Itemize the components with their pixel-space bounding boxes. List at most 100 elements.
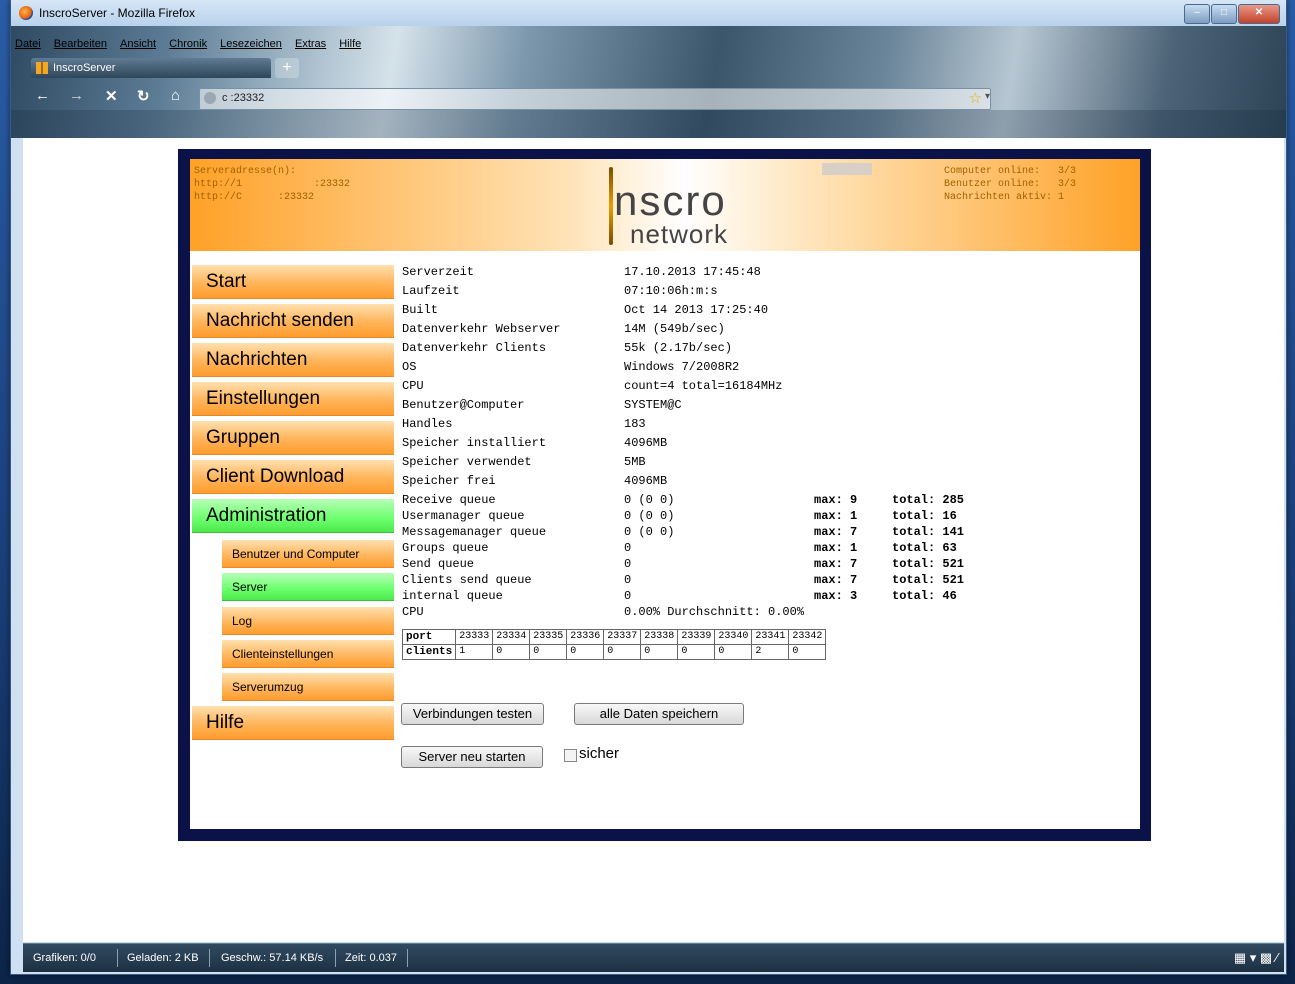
submenu-item-server[interactable]: Server	[222, 573, 394, 601]
cpu-value: 0.00% Durchschnitt: 0.00%	[624, 605, 805, 619]
queue-key: Messagemanager queue	[402, 525, 547, 539]
maximize-button[interactable]: □	[1211, 4, 1237, 24]
menu-item-administration[interactable]: Administration	[192, 499, 394, 533]
bookmarks-toolbar	[11, 110, 1286, 138]
status-geschw: Geschw.: 57.14 KB/s	[221, 952, 324, 964]
menu-item-client-download[interactable]: Client Download	[192, 460, 394, 494]
menu-item-gruppen[interactable]: Gruppen	[192, 421, 394, 455]
menu-item-hilfe[interactable]: Hilfe	[192, 706, 394, 740]
queue-value: 0	[624, 557, 632, 571]
forward-arrow-icon[interactable]: →	[69, 87, 84, 104]
submenu-item-clienteinstellungen[interactable]: Clienteinstellungen	[222, 640, 394, 668]
client-count-cell: 1	[455, 644, 494, 660]
queue-value: 0 (0 0)	[624, 509, 675, 523]
menu-extras[interactable]: Extras	[295, 38, 326, 50]
menu-ansicht[interactable]: Ansicht	[120, 38, 156, 50]
clients-row: clients 1 0 0 0 0 0 0 0 2 0	[401, 644, 827, 660]
status-separator	[335, 949, 336, 967]
submenu-item-benutzer-und-computer[interactable]: Benutzer und Computer	[222, 540, 394, 568]
menu-bearbeiten[interactable]: Bearbeiten	[54, 38, 107, 50]
stop-icon[interactable]: ✕	[105, 87, 118, 105]
client-count-cell: 2	[751, 644, 790, 660]
home-icon[interactable]: ⌂	[171, 87, 180, 104]
info-value: 183	[624, 417, 646, 431]
status-separator	[407, 949, 408, 967]
queue-max: max: 1	[814, 541, 858, 555]
page-frame: Serveradresse(n): http://1 :23332 http:/…	[178, 149, 1151, 841]
status-geladen: Geladen: 2 KB	[127, 952, 199, 964]
queue-max: max: 9	[814, 493, 858, 507]
window-controls: – □ ✕	[1183, 4, 1280, 24]
submenu-item-serverumzug[interactable]: Serverumzug	[222, 673, 394, 701]
submenu-item-log[interactable]: Log	[222, 607, 394, 635]
info-value: 4096MB	[624, 436, 668, 450]
queue-key: Send queue	[402, 557, 475, 571]
menu-item-nachrichten[interactable]: Nachrichten	[192, 343, 394, 377]
queue-total: total: 46	[892, 589, 957, 603]
restart-server-button[interactable]: Server neu starten	[401, 746, 543, 768]
queue-value: 0 (0 0)	[624, 525, 675, 539]
menu-item-einstellungen[interactable]: Einstellungen	[192, 382, 394, 416]
logo-i-bar	[609, 167, 613, 245]
minimize-button[interactable]: –	[1184, 4, 1210, 24]
title-bar: InscroServer - Mozilla Firefox – □ ✕	[11, 0, 1286, 26]
client-count-cell: 0	[677, 644, 716, 660]
client-count-cell: 0	[566, 644, 605, 660]
info-value: 07:10:06h:m:s	[624, 284, 718, 298]
status-separator	[117, 949, 118, 967]
menu-item-start[interactable]: Start	[192, 265, 394, 299]
queue-key: Clients send queue	[402, 573, 532, 587]
menu-lesezeichen[interactable]: Lesezeichen	[220, 38, 282, 50]
info-value: count=4 total=16184MHz	[624, 379, 783, 393]
menu-chronik[interactable]: Chronik	[169, 38, 207, 50]
menu-hilfe[interactable]: Hilfe	[339, 38, 361, 50]
info-key: Speicher verwendet	[402, 455, 532, 469]
sure-checkbox-label: sicher	[579, 745, 620, 762]
info-value: Oct 14 2013 17:25:40	[624, 303, 769, 317]
tab-inscroserver[interactable]: InscroServer	[31, 58, 271, 78]
menu-item-nachricht-senden[interactable]: Nachricht senden	[192, 304, 394, 338]
logo-text-network: network	[630, 219, 729, 249]
info-key: Datenverkehr Webserver	[402, 322, 561, 336]
clients-label: clients	[401, 644, 457, 660]
reload-icon[interactable]: ↻	[137, 87, 150, 105]
save-all-data-button[interactable]: alle Daten speichern	[574, 703, 744, 725]
queue-max: max: 1	[814, 509, 858, 523]
test-connections-button[interactable]: Verbindungen testen	[401, 703, 544, 725]
info-key: Speicher installiert	[402, 436, 547, 450]
queue-key: internal queue	[402, 589, 503, 603]
close-button[interactable]: ✕	[1238, 4, 1280, 24]
bookmark-star-icon[interactable]: ☆	[969, 89, 982, 107]
menu-datei[interactable]: Datei	[15, 38, 41, 50]
queue-value: 0	[624, 589, 632, 603]
info-value: 55k (2.17b/sec)	[624, 341, 733, 355]
client-count-cell: 0	[603, 644, 642, 660]
sure-checkbox[interactable]	[564, 749, 577, 762]
url-dropdown-icon[interactable]: ▾	[985, 91, 990, 102]
queue-max: max: 7	[814, 557, 858, 571]
ports-row: port 23333 23334 23335 23336 23337 23338…	[401, 629, 827, 645]
new-tab-button[interactable]: +	[275, 58, 299, 78]
queue-total: total: 16	[892, 509, 957, 523]
status-grafiken: Grafiken: 0/0	[33, 952, 96, 964]
url-bar[interactable]: c :23332 ☆ ▾	[199, 88, 991, 110]
queue-value: 0	[624, 573, 632, 587]
info-value: 14M (549b/sec)	[624, 322, 725, 336]
site-identity-icon[interactable]	[204, 92, 216, 104]
info-key: Laufzeit	[402, 284, 460, 298]
queue-max: max: 7	[814, 525, 858, 539]
status-addon-icons[interactable]: ▦ ▾ ▩ ∕	[1234, 950, 1278, 966]
back-arrow-icon[interactable]: ←	[35, 87, 50, 104]
info-key: Benutzer@Computer	[402, 398, 525, 412]
tab-label: InscroServer	[53, 62, 116, 74]
menu-bar: Datei Bearbeiten Ansicht Chronik Lesezei…	[11, 38, 367, 54]
port-cell: 23339	[677, 629, 716, 645]
info-value: SYSTEM@C	[624, 398, 682, 412]
window-title: InscroServer - Mozilla Firefox	[39, 6, 196, 20]
ports-table: port 23333 23334 23335 23336 23337 23338…	[401, 629, 827, 660]
info-key: Handles	[402, 417, 453, 431]
inscro-favicon-icon	[36, 62, 48, 74]
server-addresses: Serveradresse(n): http://1 :23332 http:/…	[194, 166, 351, 203]
queue-total: total: 521	[892, 557, 965, 571]
url-text: c :23332	[222, 92, 265, 104]
